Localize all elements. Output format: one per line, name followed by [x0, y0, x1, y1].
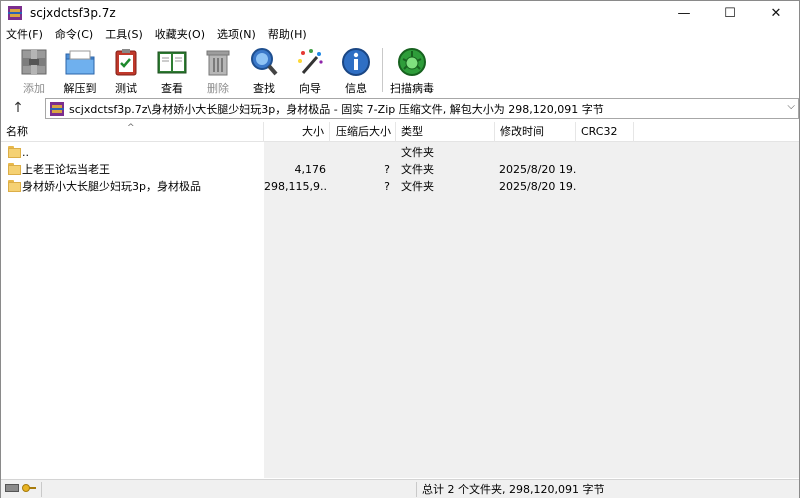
column-type[interactable]: 类型: [396, 122, 495, 142]
test-clipboard-icon: [110, 47, 142, 77]
status-separator: [41, 482, 42, 497]
column-modified[interactable]: 修改时间: [495, 122, 576, 142]
item-size: [264, 144, 326, 161]
item-packed: [330, 144, 390, 161]
add-archive-icon: [18, 47, 50, 77]
path-field[interactable]: scjxdctsf3p.7z\身材娇小大长腿少妇玩3p，身材极品 - 固实 7-…: [45, 98, 799, 119]
toolbar-separator: [382, 48, 383, 92]
folder-icon: [8, 180, 21, 192]
magic-wand-icon: [294, 47, 326, 77]
key-icon[interactable]: [22, 483, 36, 493]
delete-label: 删除: [207, 82, 229, 95]
path-bar: ↑ scjxdctsf3p.7z\身材娇小大长腿少妇玩3p，身材极品 - 固实 …: [1, 96, 799, 120]
add-button[interactable]: 添加: [11, 45, 57, 95]
close-button[interactable]: ✕: [753, 1, 799, 25]
wizard-button[interactable]: 向导: [287, 45, 333, 95]
info-button[interactable]: 信息: [333, 45, 379, 95]
file-list[interactable]: .. 文件夹 上老王论坛当老王 4,176 ? 文件夹 2025/8/20 19…: [1, 142, 799, 478]
minimize-button[interactable]: —: [661, 1, 707, 25]
list-item[interactable]: 上老王论坛当老王 4,176 ? 文件夹 2025/8/20 19...: [1, 161, 799, 178]
view-label: 查看: [161, 82, 183, 95]
test-button[interactable]: 测试: [103, 45, 149, 95]
menu-bar: 文件(F) 命令(C) 工具(S) 收藏夹(O) 选项(N) 帮助(H): [1, 25, 799, 45]
test-label: 测试: [115, 82, 137, 95]
toolbar: 添加 解压到 测试 查看 删除 查找 向导 信息 扫描病毒: [1, 45, 799, 95]
item-modified: 2025/8/20 19...: [499, 163, 576, 176]
item-name: 身材娇小大长腿少妇玩3p，身材极品: [22, 180, 201, 193]
sort-ascending-icon: ^: [127, 123, 135, 133]
column-crc32[interactable]: CRC32: [576, 122, 634, 142]
folder-icon: [8, 163, 21, 175]
column-name[interactable]: 名称 ^: [1, 122, 264, 142]
find-button[interactable]: 查找: [241, 45, 287, 95]
list-item[interactable]: 身材娇小大长腿少妇玩3p，身材极品 298,115,9... ? 文件夹 202…: [1, 178, 799, 195]
item-type: 文件夹: [401, 163, 434, 176]
virus-scan-icon: [396, 47, 428, 77]
drive-icon[interactable]: [5, 484, 19, 492]
column-header: 名称 ^ 大小 压缩后大小 类型 修改时间 CRC32: [1, 122, 799, 142]
item-size: 4,176: [294, 163, 327, 176]
menu-options[interactable]: 选项(N): [211, 25, 262, 45]
winrar-window: scjxdctsf3p.7z — ☐ ✕ 文件(F) 命令(C) 工具(S) 收…: [0, 0, 800, 498]
status-separator: [416, 482, 417, 497]
path-text: scjxdctsf3p.7z\身材娇小大长腿少妇玩3p，身材极品 - 固实 7-…: [69, 102, 604, 116]
add-label: 添加: [23, 82, 45, 95]
extract-folder-icon: [64, 47, 96, 77]
menu-favorites[interactable]: 收藏夹(O): [149, 25, 211, 45]
title-bar: scjxdctsf3p.7z — ☐ ✕: [1, 1, 799, 25]
delete-button[interactable]: 删除: [195, 45, 241, 95]
menu-tools[interactable]: 工具(S): [99, 25, 149, 45]
menu-commands[interactable]: 命令(C): [49, 25, 99, 45]
magnifier-icon: [248, 47, 280, 77]
view-book-icon: [156, 47, 188, 77]
scan-virus-label: 扫描病毒: [390, 82, 434, 95]
menu-help[interactable]: 帮助(H): [262, 25, 313, 45]
item-modified: 2025/8/20 19...: [499, 180, 576, 193]
maximize-button[interactable]: ☐: [707, 1, 753, 25]
wizard-label: 向导: [299, 82, 321, 95]
folder-icon: [8, 146, 21, 158]
find-label: 查找: [253, 82, 275, 95]
arrow-up-icon: ↑: [12, 100, 24, 116]
archive-icon: [50, 101, 64, 116]
info-label: 信息: [345, 82, 367, 95]
extract-to-button[interactable]: 解压到: [57, 45, 103, 95]
trash-icon: [202, 47, 234, 77]
column-size[interactable]: 大小: [264, 122, 330, 142]
winrar-app-icon: [8, 6, 22, 20]
item-modified: [499, 144, 576, 161]
scan-virus-button[interactable]: 扫描病毒: [386, 45, 438, 95]
view-button[interactable]: 查看: [149, 45, 195, 95]
menu-file[interactable]: 文件(F): [1, 25, 49, 45]
window-title: scjxdctsf3p.7z: [30, 6, 116, 20]
status-summary: 总计 2 个文件夹, 298,120,091 字节: [422, 483, 605, 496]
item-name: 上老王论坛当老王: [22, 163, 110, 176]
item-packed: ?: [384, 180, 390, 193]
extract-to-label: 解压到: [63, 82, 97, 95]
item-name: ..: [22, 146, 29, 159]
info-icon: [340, 47, 372, 77]
item-packed: ?: [384, 163, 390, 176]
item-type: 文件夹: [401, 180, 434, 193]
column-packed-size[interactable]: 压缩后大小: [330, 122, 396, 142]
status-bar: 总计 2 个文件夹, 298,120,091 字节: [1, 479, 799, 498]
item-type: 文件夹: [401, 146, 434, 159]
chevron-down-icon[interactable]: ⌵: [787, 101, 795, 112]
up-level-button[interactable]: ↑: [1, 96, 35, 120]
list-item-parent[interactable]: .. 文件夹: [1, 144, 799, 161]
item-size: 298,115,9...: [264, 180, 326, 193]
